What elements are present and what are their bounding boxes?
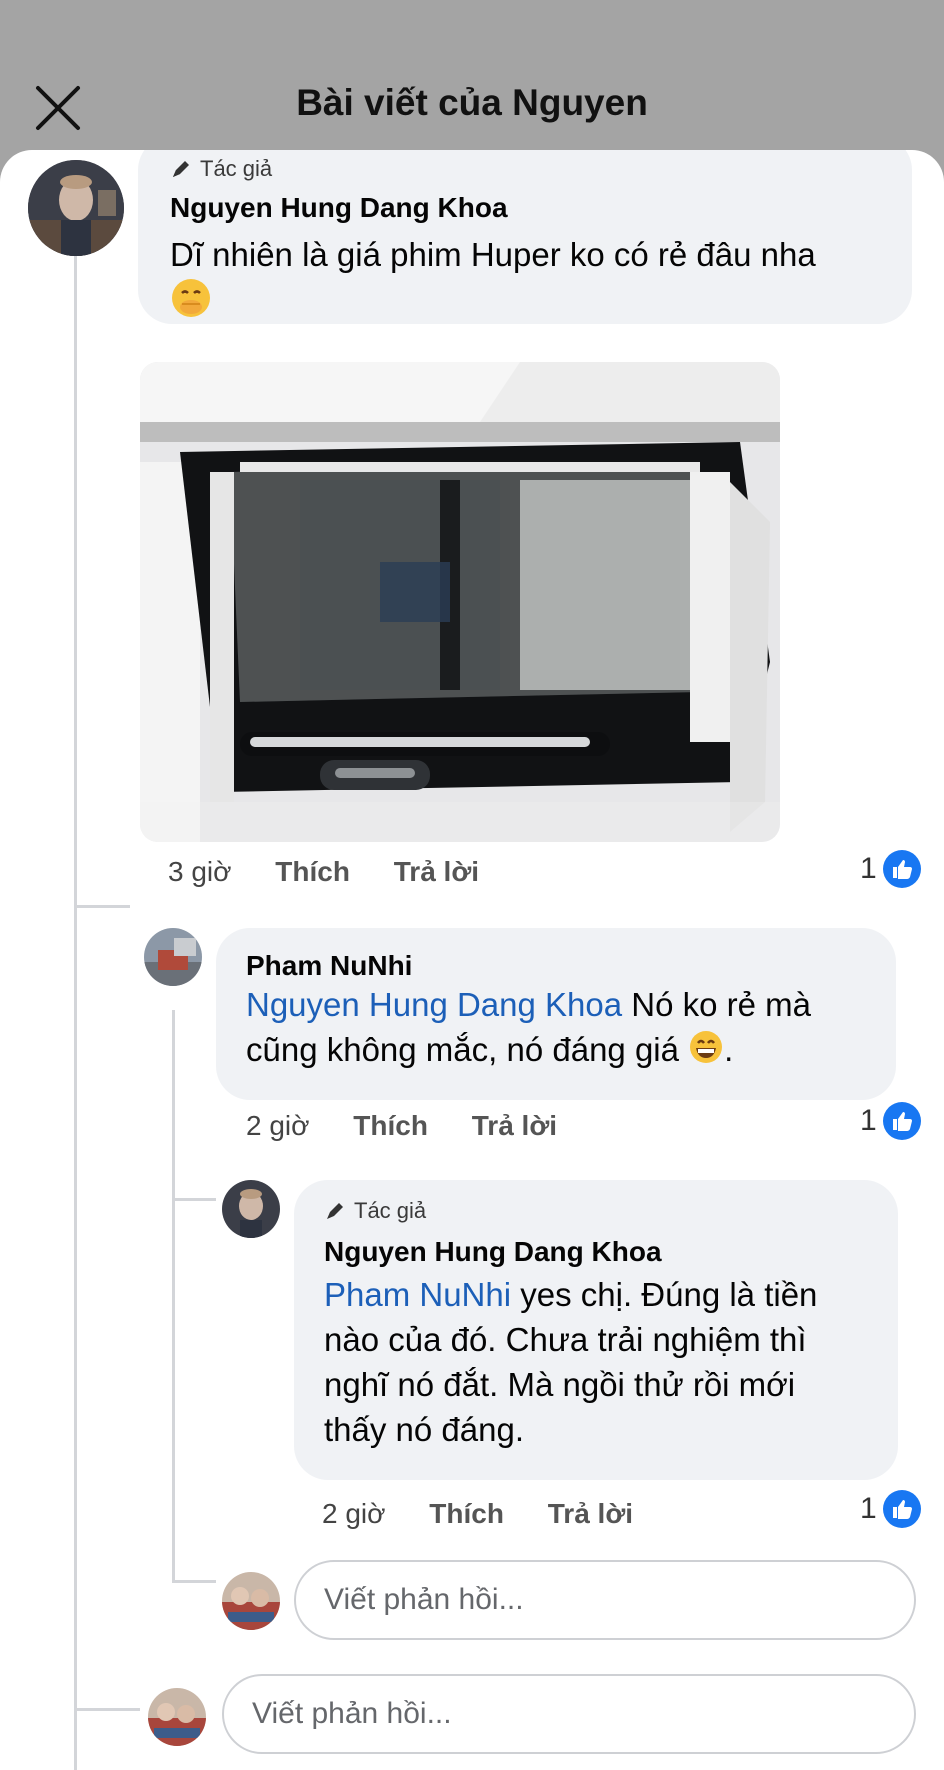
- thread-line-main: [74, 230, 77, 1770]
- comment-actions: 2 giờ Thích Trả lời: [246, 1110, 557, 1142]
- like-button[interactable]: Thích: [429, 1498, 504, 1529]
- like-count-number: 1: [860, 1104, 877, 1137]
- pencil-icon: [173, 161, 189, 177]
- mention-link[interactable]: Pham NuNhi: [324, 1276, 511, 1313]
- like-count-number: 1: [860, 1492, 877, 1525]
- grinning-face-emoji: [688, 1029, 724, 1076]
- comment-text: Pham NuNhi yes chị. Đúng là tiền nào của…: [324, 1272, 894, 1452]
- comment-text: Dĩ nhiên là giá phim Huper ko có rẻ đâu …: [170, 232, 890, 330]
- page-title: Bài viết của Nguyen: [296, 82, 648, 123]
- comment-text-line: yes chị. Đúng là tiền: [511, 1276, 818, 1313]
- comment-text: Nguyen Hung Dang Khoa Nó ko rẻ mà cũng k…: [246, 982, 886, 1076]
- top-bar: Bài viết của Nguyen: [0, 0, 944, 160]
- author-badge-label: Tác giả: [354, 1198, 427, 1223]
- comment-text-line: nghĩ nó đắt. Mà ngồi thử rồi mới: [324, 1366, 796, 1403]
- comment-time: 3 giờ: [168, 856, 232, 887]
- face-with-hand-over-mouth-emoji: [170, 277, 212, 330]
- avatar[interactable]: [28, 160, 124, 256]
- reply-input-placeholder: Viết phản hồi...: [324, 1583, 524, 1616]
- comment-text-body: Dĩ nhiên là giá phim Huper ko có rẻ đâu …: [170, 236, 816, 273]
- pencil-icon: [327, 1203, 343, 1219]
- reply-button[interactable]: Trả lời: [472, 1110, 557, 1141]
- comment-text-line: nào của đó. Chưa trải nghiệm thì: [324, 1321, 807, 1358]
- attached-photo[interactable]: [140, 362, 780, 842]
- comment-actions: 3 giờ Thích Trả lời: [168, 856, 479, 888]
- comment-bubble[interactable]: Tác giả Nguyen Hung Dang Khoa Dĩ nhiên l…: [138, 150, 912, 324]
- like-count-number: 1: [860, 852, 877, 885]
- reaction-count[interactable]: 1: [860, 850, 921, 888]
- reply-input[interactable]: Viết phản hồi...: [294, 1560, 916, 1640]
- reply-input[interactable]: Viết phản hồi...: [222, 1674, 916, 1754]
- thread-line-branch: [74, 905, 130, 908]
- comment-text-line: thấy nó đáng.: [324, 1411, 524, 1448]
- like-button[interactable]: Thích: [275, 856, 350, 887]
- commenter-name[interactable]: Nguyen Hung Dang Khoa: [170, 192, 508, 224]
- comment-text-line: Nó ko rẻ mà: [622, 986, 812, 1023]
- comment-bubble[interactable]: Tác giả Nguyen Hung Dang Khoa Pham NuNhi…: [294, 1180, 898, 1480]
- reply-button[interactable]: Trả lời: [548, 1498, 633, 1529]
- thread-line-nested-end: [172, 1580, 216, 1583]
- avatar: [148, 1688, 206, 1746]
- comments-sheet: Tác giả Nguyen Hung Dang Khoa Dĩ nhiên l…: [0, 150, 944, 1770]
- comment-bubble[interactable]: Pham NuNhi Nguyen Hung Dang Khoa Nó ko r…: [216, 928, 896, 1100]
- reply-button[interactable]: Trả lời: [394, 856, 479, 887]
- thumbs-up-icon: [882, 1490, 921, 1528]
- thread-line-main-end: [74, 1708, 140, 1711]
- avatar[interactable]: [222, 1180, 280, 1238]
- comment-text-end: .: [724, 1031, 734, 1068]
- comment-text-line: cũng không mắc, nó đáng giá: [246, 1031, 689, 1068]
- thread-line-nested-branch: [172, 1198, 216, 1201]
- comment-actions: 2 giờ Thích Trả lời: [322, 1498, 633, 1530]
- avatar: [222, 1572, 280, 1630]
- reply-input-placeholder: Viết phản hồi...: [252, 1697, 452, 1730]
- reaction-count[interactable]: 1: [860, 1102, 921, 1140]
- avatar[interactable]: [144, 928, 202, 986]
- comment-time: 2 giờ: [322, 1498, 386, 1529]
- author-badge-label: Tác giả: [200, 156, 273, 181]
- commenter-name[interactable]: Pham NuNhi: [246, 950, 412, 982]
- like-button[interactable]: Thích: [353, 1110, 428, 1141]
- commenter-name[interactable]: Nguyen Hung Dang Khoa: [324, 1236, 662, 1268]
- comment-time: 2 giờ: [246, 1110, 310, 1141]
- mention-link[interactable]: Nguyen Hung Dang Khoa: [246, 986, 622, 1023]
- thumbs-up-icon: [882, 1102, 921, 1140]
- reaction-count[interactable]: 1: [860, 1490, 921, 1528]
- author-badge: Tác giả: [170, 156, 272, 182]
- thread-line-nested: [172, 1010, 175, 1580]
- thumbs-up-icon: [882, 850, 921, 888]
- author-badge: Tác giả: [324, 1198, 426, 1224]
